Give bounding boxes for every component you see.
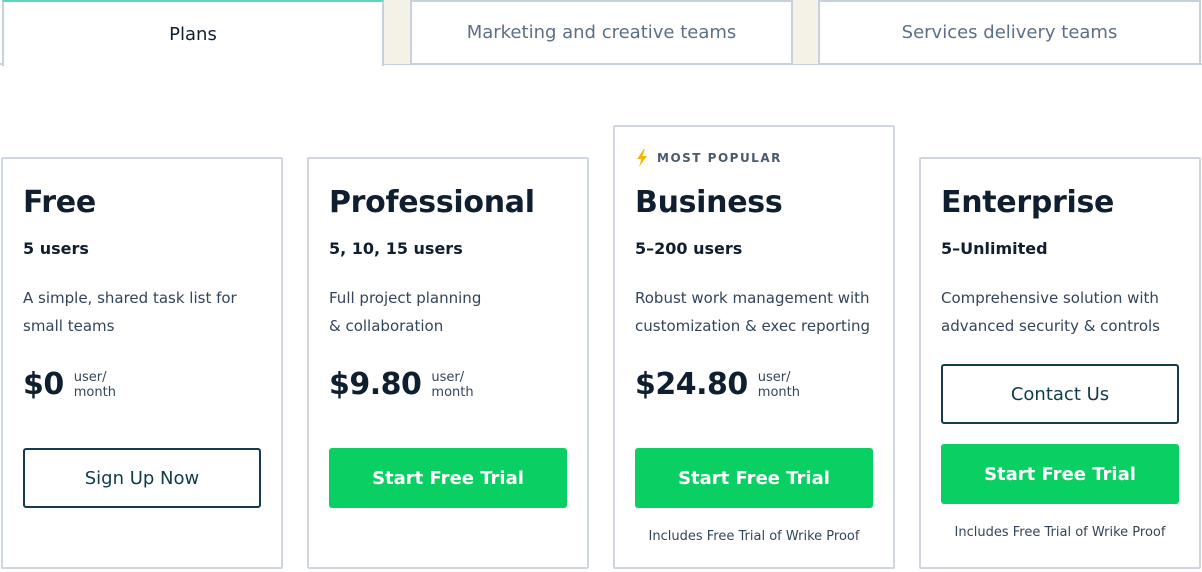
price-unit-line1: user/ xyxy=(431,369,465,385)
plan-tabs: Plans Marketing and creative teams Servi… xyxy=(0,0,1202,66)
wrike-proof-note: Includes Free Trial of Wrike Proof xyxy=(648,529,860,544)
plan-card-professional: Professional 5, 10, 15 users Full projec… xyxy=(307,157,589,569)
plan-card-enterprise: Enterprise 5–Unlimited Comprehensive sol… xyxy=(919,157,1201,569)
plan-description: Full project planning & collaboration xyxy=(329,289,482,335)
price-unit-line2: month xyxy=(73,384,116,400)
price-row: $24.80 user/ month xyxy=(635,367,800,402)
tab-services-delivery-teams[interactable]: Services delivery teams xyxy=(818,0,1201,63)
plan-users: 5–Unlimited xyxy=(941,239,1048,258)
price-unit-line2: month xyxy=(757,384,800,400)
plan-users: 5, 10, 15 users xyxy=(329,239,463,258)
lightning-bolt-icon xyxy=(637,149,647,167)
sign-up-now-button[interactable]: Sign Up Now xyxy=(23,448,261,508)
start-free-trial-button[interactable]: Start Free Trial xyxy=(941,444,1179,504)
plan-price: $0 xyxy=(23,367,64,402)
plan-name: Enterprise xyxy=(941,185,1115,220)
tab-spacer xyxy=(384,0,410,64)
tab-plans[interactable]: Plans xyxy=(2,0,384,66)
plan-description: Robust work management with customizatio… xyxy=(635,289,871,335)
plan-name: Business xyxy=(635,185,783,220)
price-unit-line1: user/ xyxy=(73,369,107,385)
plan-name: Professional xyxy=(329,185,535,220)
plan-users: 5 users xyxy=(23,239,89,258)
start-free-trial-button[interactable]: Start Free Trial xyxy=(329,448,567,508)
price-unit: user/ month xyxy=(758,370,800,400)
price-unit-line1: user/ xyxy=(757,369,791,385)
plan-card-business: MOST POPULAR Business 5–200 users Robust… xyxy=(613,125,895,569)
plan-description: A simple, shared task list for small tea… xyxy=(23,289,237,335)
price-unit-line2: month xyxy=(431,384,474,400)
most-popular-badge: MOST POPULAR xyxy=(635,149,782,167)
plan-users: 5–200 users xyxy=(635,239,743,258)
plan-card-free: Free 5 users A simple, shared task list … xyxy=(1,157,283,569)
plan-price: $24.80 xyxy=(635,367,748,402)
plan-price: $9.80 xyxy=(329,367,422,402)
wrike-proof-note: Includes Free Trial of Wrike Proof xyxy=(954,525,1166,540)
start-free-trial-button[interactable]: Start Free Trial xyxy=(635,448,873,508)
tab-marketing-creative-teams[interactable]: Marketing and creative teams xyxy=(410,0,793,63)
badge-label: MOST POPULAR xyxy=(657,151,782,165)
price-row: $9.80 user/ month xyxy=(329,367,474,402)
plan-description: Comprehensive solution with advanced sec… xyxy=(941,289,1160,335)
price-row: $0 user/ month xyxy=(23,367,116,402)
price-unit: user/ month xyxy=(431,370,473,400)
plan-name: Free xyxy=(23,185,96,220)
price-unit: user/ month xyxy=(74,370,116,400)
tab-spacer xyxy=(793,0,818,64)
contact-us-button[interactable]: Contact Us xyxy=(941,364,1179,424)
